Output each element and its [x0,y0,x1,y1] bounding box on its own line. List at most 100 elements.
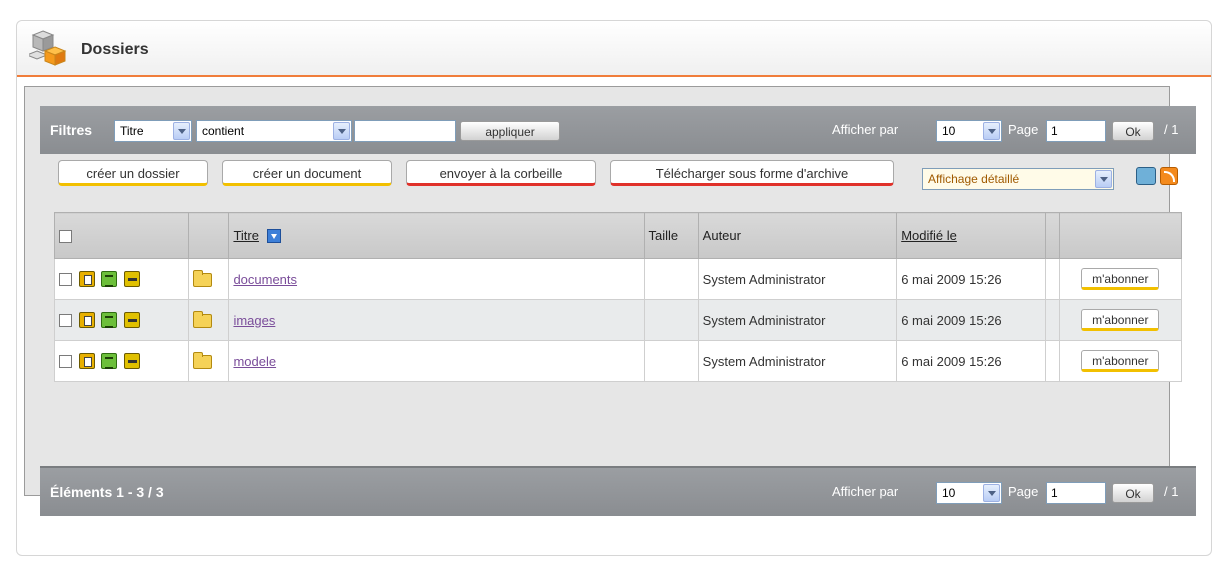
trash-icon[interactable] [78,312,95,329]
view-mode-value: Affichage détaillé [928,172,1020,186]
chevron-down-icon [173,122,190,140]
modified-header-label[interactable]: Modifié le [901,228,957,243]
row-actions-cell [53,258,190,300]
per-page-value: 10 [942,124,956,138]
total-pages: / 1 [1164,484,1179,499]
cubes-icon [29,30,67,66]
page-ok-button[interactable]: Ok [1112,483,1154,503]
per-page-label: Afficher par [832,122,899,137]
chevron-down-icon [983,484,1000,502]
properties-icon[interactable] [101,271,118,288]
chevron-down-icon [983,122,1000,140]
send-to-trash-button[interactable]: envoyer à la corbeille [406,160,596,186]
subscribe-header [1058,212,1183,259]
create-folder-button[interactable]: créer un dossier [58,160,208,186]
filter-value-input[interactable] [354,120,456,142]
select-all-cell [53,212,190,259]
type-cell [188,258,230,300]
type-cell [188,299,230,341]
subscribe-cell: m'abonner [1058,258,1183,300]
title-cell: modele [228,340,645,382]
chevron-down-icon [1095,170,1112,188]
table-row: images System Administrator 6 mai 2009 1… [53,299,1183,341]
permissions-icon[interactable] [123,271,140,288]
modified-header[interactable]: Modifié le [896,212,1046,259]
filter-operator-value: contient [202,124,245,138]
download-archive-button[interactable]: Télécharger sous forme d'archive [610,160,894,186]
row-checkbox[interactable] [59,354,72,368]
apply-filter-button[interactable]: appliquer [460,121,560,141]
table-header-row: Titre Taille Auteur Modifié le [53,212,1183,259]
create-document-button[interactable]: créer un document [222,160,392,186]
type-cell [188,340,230,382]
title-header-label[interactable]: Titre [233,228,259,243]
folder-icon [193,351,213,369]
per-page-value: 10 [942,486,956,500]
folder-link[interactable]: images [233,313,275,328]
folder-icon [193,269,213,287]
properties-icon[interactable] [101,353,118,370]
modified-cell: 6 mai 2009 15:26 [896,299,1046,341]
per-page-label: Afficher par [832,484,899,499]
author-cell: System Administrator [697,340,898,382]
folder-icon [193,310,213,328]
filter-operator-select[interactable]: contient [196,120,352,142]
table-row: documents System Administrator 6 mai 200… [53,258,1183,300]
spacer-cell [1044,299,1060,341]
trash-icon[interactable] [78,271,95,288]
subscribe-button[interactable]: m'abonner [1081,350,1160,372]
per-page-select[interactable]: 10 [936,482,1002,504]
footer-bar: Éléments 1 - 3 / 3 Afficher par 10 Page … [40,466,1196,516]
rss-icon[interactable] [1160,167,1178,185]
properties-icon[interactable] [101,312,118,329]
size-cell [643,299,699,341]
title-header[interactable]: Titre [228,212,645,259]
title-cell: documents [228,258,645,300]
author-cell: System Administrator [697,299,898,341]
row-checkbox[interactable] [59,272,72,286]
folder-table: Titre Taille Auteur Modifié le documents… [53,212,1183,382]
row-actions-cell [53,340,190,382]
per-page-select[interactable]: 10 [936,120,1002,142]
size-cell [643,258,699,300]
subscribe-cell: m'abonner [1058,340,1183,382]
spacer-header [1044,212,1060,259]
spacer-cell [1044,340,1060,382]
permissions-icon[interactable] [123,312,140,329]
filter-bar: Filtres Titre contient appliquer Affiche… [40,106,1196,154]
author-cell: System Administrator [697,258,898,300]
spacer-cell [1044,258,1060,300]
chevron-down-icon [333,122,350,140]
page-ok-button[interactable]: Ok [1112,121,1154,141]
filter-field-select[interactable]: Titre [114,120,192,142]
page-label: Page [1008,484,1039,499]
filters-label: Filtres [50,122,93,138]
modified-cell: 6 mai 2009 15:26 [896,340,1046,382]
subscribe-button[interactable]: m'abonner [1081,309,1160,331]
view-mode-select[interactable]: Affichage détaillé [922,168,1114,190]
filter-field-value: Titre [120,124,144,138]
items-count: Éléments 1 - 3 / 3 [50,484,164,500]
size-cell [643,340,699,382]
modified-cell: 6 mai 2009 15:26 [896,258,1046,300]
table-row: modele System Administrator 6 mai 2009 1… [53,340,1183,382]
folder-link[interactable]: modele [233,354,276,369]
trash-icon[interactable] [78,353,95,370]
row-actions-cell [53,299,190,341]
sort-desc-icon[interactable] [266,229,281,244]
total-pages: / 1 [1164,122,1179,137]
size-header: Taille [643,212,699,259]
row-checkbox[interactable] [59,313,72,327]
page-label: Page [1008,122,1039,137]
type-header [188,212,230,259]
print-icon[interactable] [1136,167,1156,185]
page-title: Dossiers [81,41,149,58]
subscribe-cell: m'abonner [1058,299,1183,341]
permissions-icon[interactable] [123,353,140,370]
page-input[interactable] [1046,482,1106,504]
folder-link[interactable]: documents [233,272,297,287]
title-cell: images [228,299,645,341]
subscribe-button[interactable]: m'abonner [1081,268,1160,290]
select-all-checkbox[interactable] [59,230,72,244]
page-input[interactable] [1046,120,1106,142]
